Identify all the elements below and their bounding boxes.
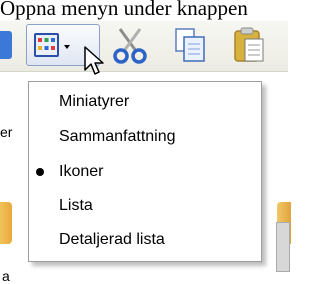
menu-item-label: Miniatyrer — [59, 93, 130, 110]
views-menu: Miniatyrer Sammanfattning Ikoner Lista D… — [28, 81, 262, 262]
cut-button[interactable] — [108, 25, 152, 64]
partial-column-text: er — [0, 124, 13, 140]
partial-file-label: a — [2, 268, 10, 284]
chevron-down-icon — [64, 45, 70, 49]
partial-item[interactable] — [276, 222, 290, 272]
menu-item-label: Lista — [59, 197, 93, 214]
menu-item-miniatyrer[interactable]: Miniatyrer — [29, 86, 261, 118]
toolbar — [0, 21, 288, 72]
copy-icon — [175, 28, 205, 62]
instruction-caption: Öppna menyn under knappen — [0, 0, 248, 20]
menu-item-ikoner[interactable]: Ikoner — [29, 156, 261, 188]
paste-icon — [234, 27, 264, 62]
cut-icon — [113, 28, 147, 64]
menu-item-label: Sammanfattning — [59, 128, 176, 145]
menu-item-detaljerad-lista[interactable]: Detaljerad lista — [29, 224, 261, 256]
folder-icon[interactable] — [0, 202, 12, 244]
menu-item-label: Ikoner — [59, 163, 104, 180]
menu-item-sammanfattning[interactable]: Sammanfattning — [29, 121, 261, 153]
menu-item-lista[interactable]: Lista — [29, 190, 261, 222]
copy-button[interactable] — [168, 25, 212, 63]
back-button-edge[interactable] — [0, 31, 12, 59]
mouse-cursor-icon — [84, 46, 104, 75]
paste-button[interactable] — [228, 25, 272, 63]
selected-bullet-icon — [36, 168, 44, 176]
menu-item-label: Detaljerad lista — [59, 231, 165, 248]
